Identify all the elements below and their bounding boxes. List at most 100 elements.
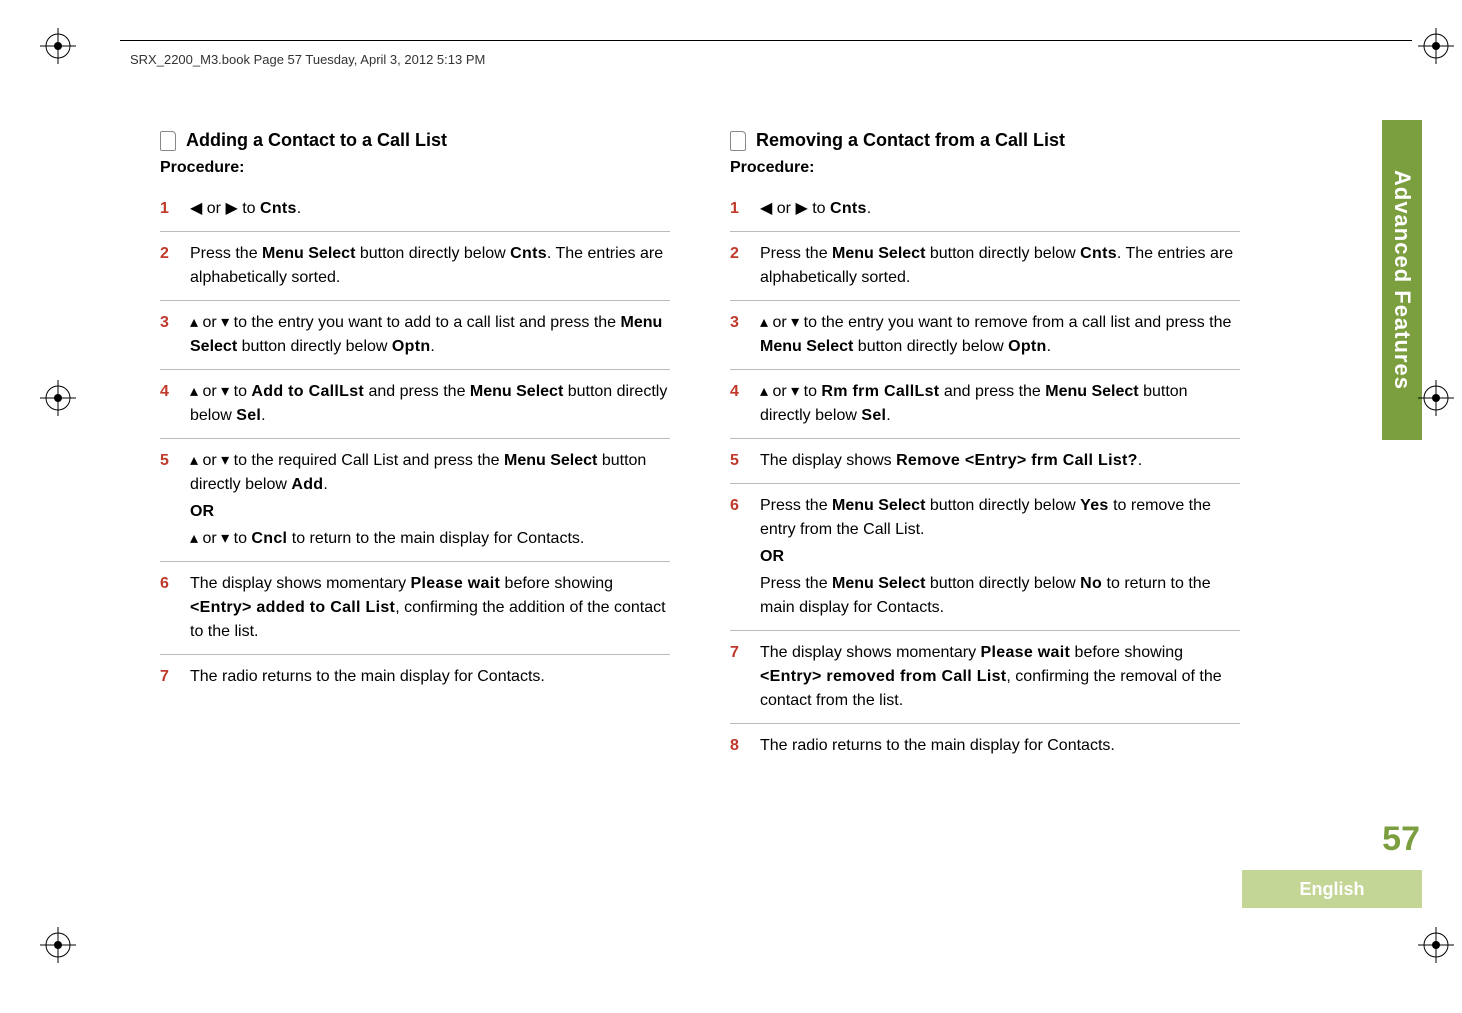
ui-entry-removed: <Entry> removed from Call List — [760, 668, 1006, 685]
step-4: 4 ▴ or ▾ to Add to CallLst and press the… — [160, 370, 670, 439]
ui-optn: Optn — [1008, 338, 1047, 355]
t: The display shows momentary — [190, 575, 411, 592]
side-tab: Advanced Features — [1382, 120, 1422, 440]
up-arrow-icon: ▴ — [760, 314, 768, 331]
step-5: 5 The display shows Remove <Entry> frm C… — [730, 439, 1240, 484]
t: . — [1138, 452, 1142, 469]
t: button directly below — [853, 338, 1008, 355]
t: or — [768, 383, 791, 400]
ui-addtocalllst: Add to CallLst — [251, 383, 364, 400]
step-2: 2 Press the Menu Select button directly … — [730, 232, 1240, 301]
left-title-row: Adding a Contact to a Call List — [160, 130, 670, 151]
t: and press the — [364, 383, 470, 400]
t: . — [867, 200, 871, 217]
t: button directly below — [925, 575, 1080, 592]
t: or — [202, 200, 225, 217]
ui-cnts: Cnts — [830, 200, 867, 217]
t: . — [1047, 338, 1051, 355]
step-body: ◀ or ▶ to Cnts. — [760, 197, 1240, 221]
t: to — [229, 383, 251, 400]
t: . — [430, 338, 434, 355]
up-arrow-icon: ▴ — [190, 530, 198, 547]
step-1: 1 ◀ or ▶ to Cnts. — [730, 187, 1240, 232]
menu-select: Menu Select — [1045, 383, 1138, 400]
down-arrow-icon: ▾ — [221, 383, 229, 400]
step-num: 3 — [730, 311, 744, 359]
step-7: 7 The display shows momentary Please wai… — [730, 631, 1240, 724]
t: button directly below — [355, 245, 510, 262]
t: or — [198, 530, 221, 547]
registration-mark-icon — [40, 28, 76, 64]
language-bar: English — [1242, 870, 1422, 908]
t: before showing — [500, 575, 613, 592]
step-num: 4 — [160, 380, 174, 428]
t: to return to the main display for Contac… — [287, 530, 584, 547]
registration-mark-icon — [1418, 927, 1454, 963]
step-6: 6 Press the Menu Select button directly … — [730, 484, 1240, 631]
down-arrow-icon: ▾ — [221, 452, 229, 469]
t: . — [886, 407, 890, 424]
t: Press the — [760, 575, 832, 592]
step-num: 4 — [730, 380, 744, 428]
step-num: 8 — [730, 734, 744, 758]
menu-select: Menu Select — [504, 452, 597, 469]
right-arrow-icon: ▶ — [225, 200, 237, 217]
menu-select: Menu Select — [760, 338, 853, 355]
ui-cncl: Cncl — [251, 530, 287, 547]
step-num: 6 — [160, 572, 174, 644]
right-column: Removing a Contact from a Call List Proc… — [730, 130, 1240, 768]
ui-yes: Yes — [1080, 497, 1109, 514]
t: or — [198, 383, 221, 400]
step-body: Press the Menu Select button directly be… — [760, 242, 1240, 290]
t: to — [229, 530, 251, 547]
side-tab-text: Advanced Features — [1389, 170, 1415, 390]
ui-pleasewait: Please wait — [411, 575, 501, 592]
ui-add: Add — [291, 476, 323, 493]
t: to the entry you want to remove from a c… — [799, 314, 1231, 331]
content: Adding a Contact to a Call List Procedur… — [160, 130, 1240, 768]
step-body: ▴ or ▾ to Rm frm CallLst and press the M… — [760, 380, 1240, 428]
step-body: ◀ or ▶ to Cnts. — [190, 197, 670, 221]
step-num: 2 — [730, 242, 744, 290]
header-rule — [120, 40, 1412, 41]
menu-select: Menu Select — [832, 575, 925, 592]
t: button directly below — [925, 245, 1080, 262]
t: The radio returns to the main display fo… — [190, 668, 545, 685]
menu-select: Menu Select — [262, 245, 355, 262]
t: The display shows momentary — [760, 644, 981, 661]
header-text: SRX_2200_M3.book Page 57 Tuesday, April … — [130, 52, 485, 67]
down-arrow-icon: ▾ — [791, 383, 799, 400]
page-number: 57 — [1382, 820, 1420, 859]
t: button directly below — [925, 497, 1080, 514]
step-body: The display shows momentary Please wait … — [760, 641, 1240, 713]
step-4: 4 ▴ or ▾ to Rm frm CallLst and press the… — [730, 370, 1240, 439]
or-label: OR — [760, 545, 1240, 569]
t: and press the — [939, 383, 1045, 400]
left-arrow-icon: ◀ — [760, 200, 772, 217]
t: to — [808, 200, 830, 217]
step-body: The radio returns to the main display fo… — [760, 734, 1240, 758]
step-6: 6 The display shows momentary Please wai… — [160, 562, 670, 655]
step-body: Press the Menu Select button directly be… — [760, 494, 1240, 620]
ui-sel: Sel — [861, 407, 886, 424]
t: or — [772, 200, 795, 217]
up-arrow-icon: ▴ — [190, 452, 198, 469]
step-num: 5 — [160, 449, 174, 551]
step-num: 7 — [730, 641, 744, 713]
procedure-label: Procedure: — [730, 159, 1240, 177]
step-body: ▴ or ▾ to the required Call List and pre… — [190, 449, 670, 551]
step-8: 8 The radio returns to the main display … — [730, 724, 1240, 768]
t: . — [323, 476, 327, 493]
t: to — [238, 200, 260, 217]
note-icon — [160, 131, 176, 151]
down-arrow-icon: ▾ — [221, 530, 229, 547]
left-column: Adding a Contact to a Call List Procedur… — [160, 130, 670, 768]
step-body: ▴ or ▾ to Add to CallLst and press the M… — [190, 380, 670, 428]
step-5: 5 ▴ or ▾ to the required Call List and p… — [160, 439, 670, 562]
ui-remove-q: Remove <Entry> frm Call List? — [896, 452, 1138, 469]
step-body: ▴ or ▾ to the entry you want to remove f… — [760, 311, 1240, 359]
right-title-row: Removing a Contact from a Call List — [730, 130, 1240, 151]
note-icon — [730, 131, 746, 151]
procedure-label: Procedure: — [160, 159, 670, 177]
t: or — [768, 314, 791, 331]
